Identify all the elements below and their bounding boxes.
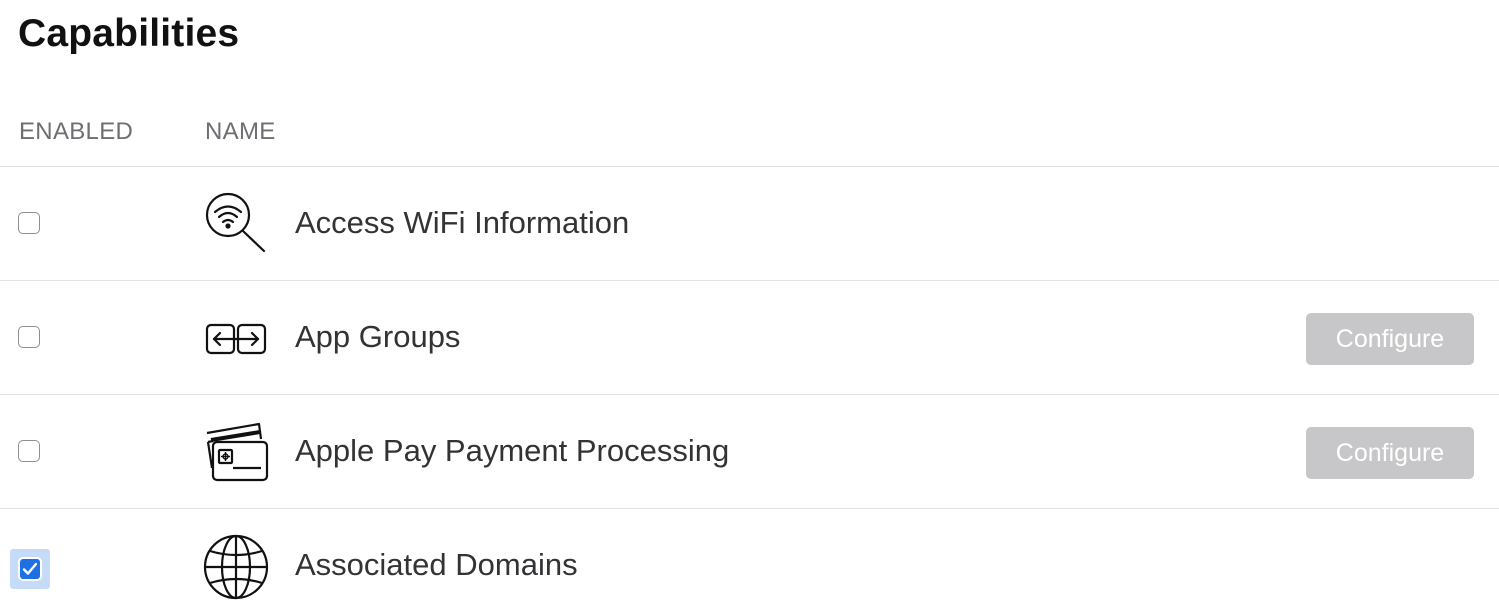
checkbox-box (18, 557, 42, 581)
column-header-enabled: ENABLED (19, 118, 134, 145)
capability-row-app-groups: App Groups Configure (0, 281, 1499, 395)
checkmark-icon (22, 562, 38, 575)
enabled-checkbox[interactable] (18, 212, 40, 234)
payment-cards-icon (203, 420, 269, 486)
wifi-search-icon (203, 192, 269, 258)
configure-button[interactable]: Configure (1306, 313, 1474, 365)
configure-button[interactable]: Configure (1306, 427, 1474, 479)
capability-row-associated-domains: Associated Domains (0, 509, 1499, 612)
capability-name: Associated Domains (295, 547, 578, 582)
capability-name: Apple Pay Payment Processing (295, 433, 730, 468)
enabled-checkbox[interactable] (18, 326, 40, 348)
capabilities-page: Capabilities ENABLED NAME Access WiFi In… (0, 0, 1499, 612)
app-groups-icon (203, 306, 269, 372)
page-title: Capabilities (18, 12, 240, 55)
enabled-checkbox[interactable] (10, 549, 50, 589)
capability-name: Access WiFi Information (295, 205, 630, 240)
capability-name: App Groups (295, 319, 461, 354)
table-header: ENABLED NAME (0, 118, 1499, 167)
enabled-checkbox[interactable] (18, 440, 40, 462)
globe-icon (203, 534, 269, 600)
column-header-name: NAME (205, 118, 276, 145)
capability-row-apple-pay: Apple Pay Payment Processing Configure (0, 395, 1499, 509)
capability-row-access-wifi: Access WiFi Information (0, 167, 1499, 281)
